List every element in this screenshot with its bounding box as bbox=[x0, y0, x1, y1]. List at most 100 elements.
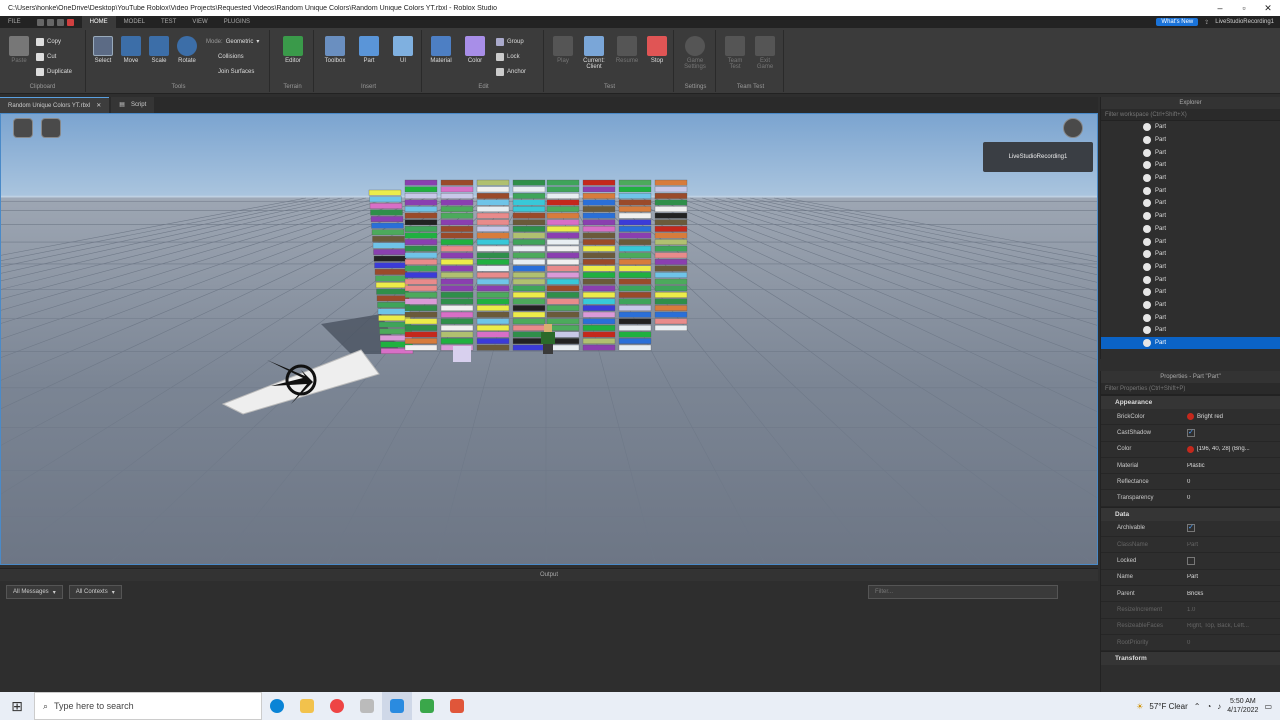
property-row[interactable]: Name Part bbox=[1101, 570, 1280, 586]
exit-game-button[interactable]: Exit Game bbox=[752, 36, 778, 70]
volume-icon[interactable]: ♪ bbox=[1217, 702, 1221, 711]
part-button[interactable]: Part bbox=[356, 36, 382, 64]
clock[interactable]: 5:50 AM 4/17/2022 bbox=[1227, 697, 1258, 715]
undo-icon[interactable] bbox=[46, 18, 54, 26]
taskbar-search[interactable]: ⌕ Type here to search bbox=[34, 692, 262, 720]
lock-button[interactable]: Lock bbox=[496, 53, 520, 61]
collisions-toggle[interactable]: Collisions bbox=[218, 54, 244, 60]
output-filter-input[interactable]: Filter... bbox=[868, 585, 1058, 599]
explorer-item-part[interactable]: Part bbox=[1101, 336, 1280, 350]
mode-selector[interactable]: Mode: Geometric ▾ bbox=[206, 38, 259, 46]
recorder-icon[interactable] bbox=[442, 692, 472, 720]
redo-icon[interactable] bbox=[56, 18, 64, 26]
explorer-item-part[interactable]: Part bbox=[1101, 197, 1280, 210]
3d-viewport[interactable]: LiveStudioRecording1 bbox=[0, 113, 1098, 565]
property-row[interactable]: ClassName Part bbox=[1101, 537, 1280, 554]
terrain-editor-button[interactable]: Editor bbox=[280, 36, 306, 64]
properties-filter-input[interactable]: Filter Properties (Ctrl+Shift+P) bbox=[1101, 383, 1280, 395]
windows-start-icon[interactable]: ⊞ bbox=[0, 698, 34, 715]
tab-test[interactable]: TEST bbox=[153, 16, 184, 28]
group-button[interactable]: Group bbox=[496, 38, 524, 46]
roblox-menu-icon[interactable] bbox=[13, 118, 33, 138]
property-value-cell[interactable]: Part bbox=[1187, 574, 1280, 580]
more-options-icon[interactable] bbox=[1063, 118, 1083, 138]
duplicate-button[interactable]: Duplicate bbox=[36, 68, 72, 76]
chevron-up-icon[interactable]: ⌃ bbox=[1194, 702, 1201, 711]
close-icon[interactable]: ✕ bbox=[96, 98, 101, 114]
property-value-cell[interactable]: 0 bbox=[1187, 640, 1280, 646]
weather-text[interactable]: 57°F Clear bbox=[1149, 702, 1187, 711]
whats-new-button[interactable]: What's New bbox=[1156, 18, 1199, 26]
transform-section[interactable]: Transform bbox=[1101, 651, 1280, 666]
appearance-section[interactable]: Appearance bbox=[1101, 395, 1280, 409]
tab-model[interactable]: MODEL bbox=[116, 16, 153, 28]
property-value-cell[interactable]: 0 bbox=[1187, 479, 1280, 485]
tab-script[interactable]: ▤ Script bbox=[111, 97, 155, 113]
property-row[interactable]: RootPriority 0 bbox=[1101, 635, 1280, 652]
explorer-item-part[interactable]: Part bbox=[1101, 324, 1280, 337]
join-surfaces-toggle[interactable]: Join Surfaces bbox=[218, 69, 254, 75]
contexts-filter-dropdown[interactable]: All Contexts ▾ bbox=[68, 585, 122, 599]
property-value-cell[interactable]: 0 bbox=[1187, 495, 1280, 501]
tab-place-file[interactable]: Random Unique Colors YT.rbxl ✕ bbox=[0, 97, 110, 114]
color-button[interactable]: Color bbox=[462, 36, 488, 64]
scale-button[interactable]: Scale bbox=[146, 36, 172, 64]
tab-home[interactable]: HOME bbox=[81, 16, 116, 28]
property-row[interactable]: Parent Bricks bbox=[1101, 586, 1280, 603]
explorer-filter-input[interactable]: Filter workspace (Ctrl+Shift+X) bbox=[1101, 109, 1280, 121]
camtasia-icon[interactable] bbox=[412, 692, 442, 720]
checkbox[interactable]: ✓ bbox=[1187, 524, 1195, 533]
material-button[interactable]: Material bbox=[428, 36, 454, 64]
maximize-icon[interactable]: ▫ bbox=[1232, 3, 1256, 13]
chrome-icon[interactable] bbox=[322, 692, 352, 720]
notifications-icon[interactable]: ▭ bbox=[1264, 702, 1272, 711]
property-row[interactable]: BrickColor Bright red bbox=[1101, 409, 1280, 426]
explorer-item-part[interactable]: Part bbox=[1101, 159, 1280, 172]
property-value-cell[interactable]: Right, Top, Back, Left... bbox=[1187, 623, 1280, 629]
messages-filter-dropdown[interactable]: All Messages ▾ bbox=[6, 585, 63, 599]
record-icon[interactable] bbox=[66, 18, 74, 26]
share-icon[interactable]: ⇪ bbox=[1204, 19, 1209, 26]
notepad-icon[interactable] bbox=[352, 692, 382, 720]
roblox-studio-icon[interactable] bbox=[382, 692, 412, 720]
game-settings-button[interactable]: Game Settings bbox=[682, 36, 708, 70]
resume-button[interactable]: Resume bbox=[614, 36, 640, 64]
explorer-item-part[interactable]: Part bbox=[1101, 121, 1280, 134]
explorer-item-part[interactable]: Part bbox=[1101, 146, 1280, 159]
anchor-button[interactable]: Anchor bbox=[496, 68, 526, 76]
tab-view[interactable]: VIEW bbox=[184, 16, 215, 28]
tab-plugins[interactable]: PLUGINS bbox=[216, 16, 258, 28]
property-row[interactable]: Reflectance 0 bbox=[1101, 474, 1280, 491]
property-value-cell[interactable]: [196, 40, 28] (Brig... bbox=[1187, 445, 1280, 453]
explorer-item-part[interactable]: Part bbox=[1101, 248, 1280, 261]
property-row[interactable]: Material Plastic bbox=[1101, 458, 1280, 475]
cut-button[interactable]: Cut bbox=[36, 53, 56, 61]
play-button[interactable]: Play bbox=[550, 36, 576, 64]
property-row[interactable]: Locked bbox=[1101, 553, 1280, 570]
paste-button[interactable]: Paste bbox=[6, 36, 32, 64]
explorer-item-part[interactable]: Part bbox=[1101, 223, 1280, 236]
property-value-cell[interactable]: Part bbox=[1187, 542, 1280, 548]
select-button[interactable]: Select bbox=[90, 36, 116, 64]
move-button[interactable]: Move bbox=[118, 36, 144, 64]
rotate-button[interactable]: Rotate bbox=[174, 36, 200, 64]
property-value-cell[interactable]: ✓ bbox=[1187, 428, 1280, 437]
property-row[interactable]: Archivable ✓ bbox=[1101, 521, 1280, 538]
explorer-item-part[interactable]: Part bbox=[1101, 184, 1280, 197]
property-row[interactable]: ResizeableFaces Right, Top, Back, Left... bbox=[1101, 619, 1280, 635]
task-view-icon[interactable] bbox=[262, 692, 292, 720]
close-icon[interactable]: ✕ bbox=[1256, 3, 1280, 14]
data-section[interactable]: Data bbox=[1101, 506, 1280, 521]
property-row[interactable]: Transparency 0 bbox=[1101, 490, 1280, 507]
user-name[interactable]: LiveStudioRecording1 bbox=[1215, 19, 1274, 25]
explorer-item-part[interactable]: Part bbox=[1101, 235, 1280, 248]
property-row[interactable]: CastShadow ✓ bbox=[1101, 425, 1280, 442]
property-value-cell[interactable]: Bright red bbox=[1187, 413, 1280, 421]
property-value-cell[interactable]: Plastic bbox=[1187, 463, 1280, 469]
explorer-item-part[interactable]: Part bbox=[1101, 134, 1280, 147]
stop-button[interactable]: Stop bbox=[644, 36, 670, 64]
property-value-cell[interactable]: 1.0 bbox=[1187, 607, 1280, 613]
explorer-item-part[interactable]: Part bbox=[1101, 172, 1280, 185]
property-value-cell[interactable] bbox=[1187, 557, 1280, 566]
minimize-icon[interactable]: – bbox=[1208, 3, 1232, 13]
